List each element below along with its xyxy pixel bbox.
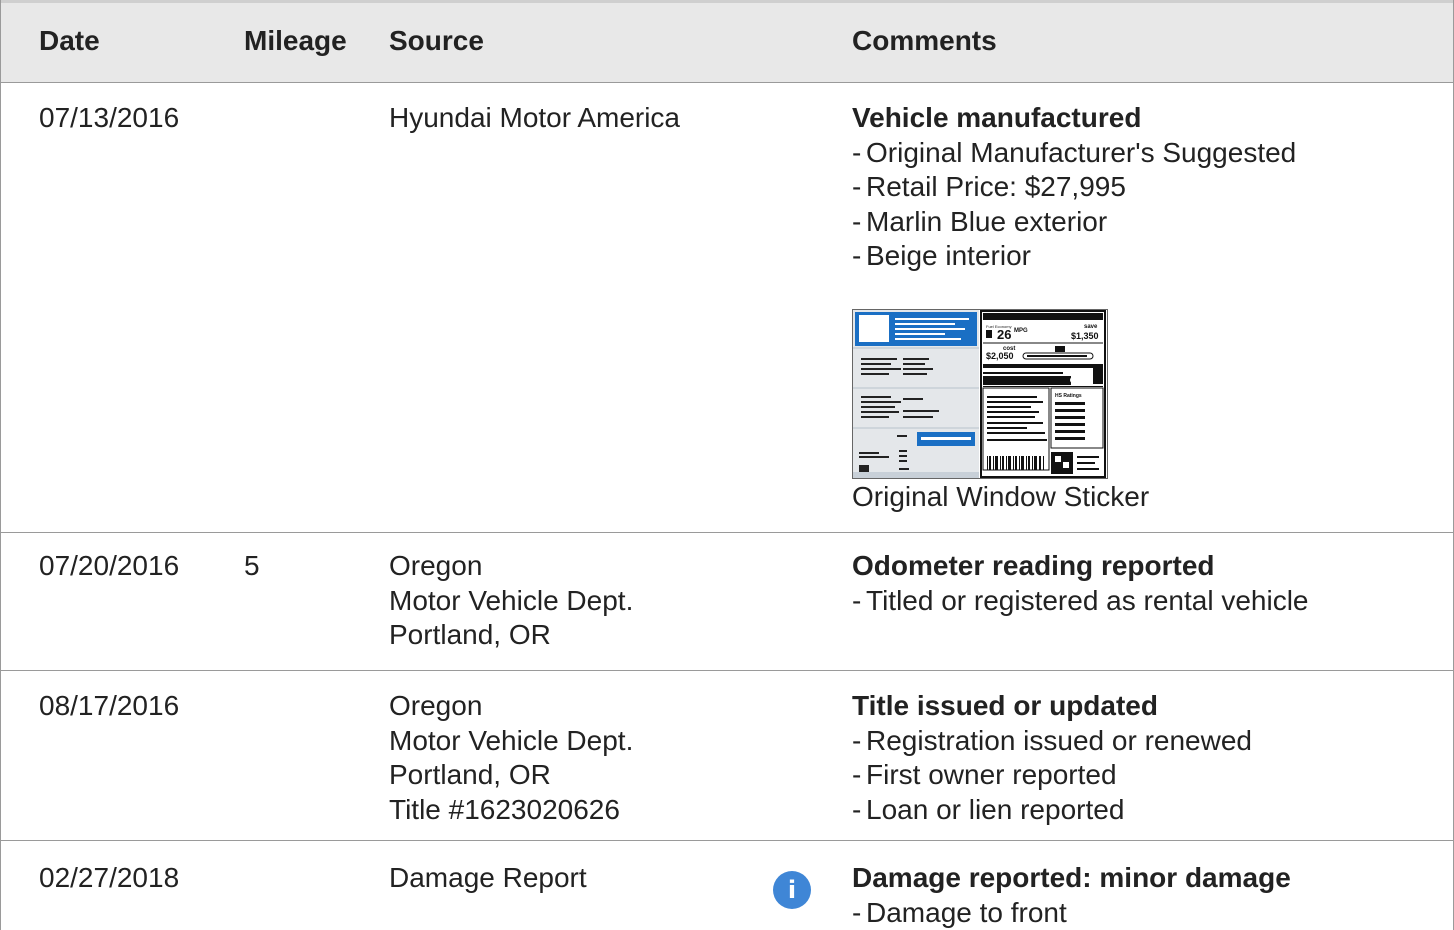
source-line: Motor Vehicle Dept. bbox=[389, 584, 634, 616]
table-row: 07/13/2016 Hyundai Motor America Vehicle… bbox=[1, 83, 1453, 533]
row-comments: Odometer reading reported - Titled or reg… bbox=[852, 549, 1442, 618]
header-source: Source bbox=[389, 25, 484, 56]
source-line: Portland, OR bbox=[389, 759, 551, 790]
comment-item: - Beige interior bbox=[852, 240, 1031, 271]
event-title: Odometer reading reported bbox=[852, 550, 1215, 581]
table-row: 02/27/2018 Damage Report i Damage report… bbox=[1, 841, 1453, 930]
row-source: Oregon Motor Vehicle Dept. Portland, OR … bbox=[389, 689, 633, 827]
source-line: Motor Vehicle Dept. bbox=[389, 724, 634, 756]
table-row: 07/20/2016 5 Oregon Motor Vehicle Dept. … bbox=[1, 533, 1453, 671]
event-title: Title issued or updated bbox=[852, 690, 1158, 721]
row-source: Oregon Motor Vehicle Dept. Portland, OR bbox=[389, 549, 633, 653]
source-line: Portland, OR bbox=[389, 619, 551, 650]
event-title: Vehicle manufactured bbox=[852, 102, 1142, 133]
sticker-mpg-unit: MPG bbox=[1014, 328, 1028, 334]
comment-item: - Loan or lien reported bbox=[852, 793, 1125, 825]
comment-item: - Marlin Blue exterior bbox=[852, 205, 1108, 237]
comment-item: - Damage to front bbox=[852, 896, 1067, 928]
comment-item: - First owner reported bbox=[852, 759, 1117, 790]
source-line: Hyundai Motor America bbox=[389, 102, 681, 133]
row-comments: Damage reported: minor damage - Damage to… bbox=[852, 861, 1442, 930]
sticker-ratings-label: HS Ratings bbox=[1055, 393, 1082, 399]
source-line: Oregon bbox=[389, 690, 483, 721]
info-icon[interactable]: i bbox=[773, 871, 811, 909]
comment-item: - Original Manufacturer's Suggested bbox=[852, 136, 1297, 168]
comment-item: - Titled or registered as rental vehicle bbox=[852, 584, 1309, 616]
header-comments: Comments bbox=[852, 25, 997, 56]
source-line: Oregon bbox=[389, 550, 483, 581]
row-date: 07/20/2016 bbox=[39, 550, 180, 581]
window-sticker-thumbnail[interactable]: Fuel Economy 26 MPG save $1,350 cost $2,… bbox=[852, 309, 1108, 479]
row-date: 08/17/2016 bbox=[39, 690, 180, 721]
row-mileage: 5 bbox=[244, 550, 260, 581]
sticker-cost-amount: $2,050 bbox=[986, 351, 1014, 361]
row-comments: Title issued or updated - Registration is… bbox=[852, 689, 1442, 827]
source-line: Damage Report bbox=[389, 862, 587, 893]
row-date: 07/13/2016 bbox=[39, 102, 180, 133]
row-source: Hyundai Motor America bbox=[389, 101, 680, 136]
event-title: Damage reported: minor damage bbox=[852, 862, 1291, 893]
source-line: Title #1623020626 bbox=[389, 793, 620, 825]
window-sticker-image: Fuel Economy 26 MPG save $1,350 cost $2,… bbox=[853, 310, 1106, 478]
row-comments: Vehicle manufactured - Original Manufactu… bbox=[852, 101, 1442, 274]
row-date: 02/27/2018 bbox=[39, 862, 180, 893]
sticker-mpg: 26 bbox=[997, 327, 1011, 342]
header-date: Date bbox=[39, 25, 100, 56]
row-source: Damage Report bbox=[389, 861, 587, 896]
comment-item: - Registration issued or renewed bbox=[852, 724, 1252, 756]
vehicle-history-table: Date Mileage Source Comments 07/13/2016 … bbox=[0, 0, 1454, 930]
header-mileage: Mileage bbox=[244, 25, 347, 56]
table-header: Date Mileage Source Comments bbox=[1, 0, 1453, 83]
table-row: 08/17/2016 Oregon Motor Vehicle Dept. Po… bbox=[1, 671, 1453, 841]
window-sticker-caption[interactable]: Original Window Sticker bbox=[852, 481, 1149, 513]
comment-item: - Retail Price: $27,995 bbox=[852, 171, 1126, 202]
sticker-save-label: save bbox=[1084, 324, 1098, 330]
sticker-save-amount: $1,350 bbox=[1071, 331, 1099, 341]
